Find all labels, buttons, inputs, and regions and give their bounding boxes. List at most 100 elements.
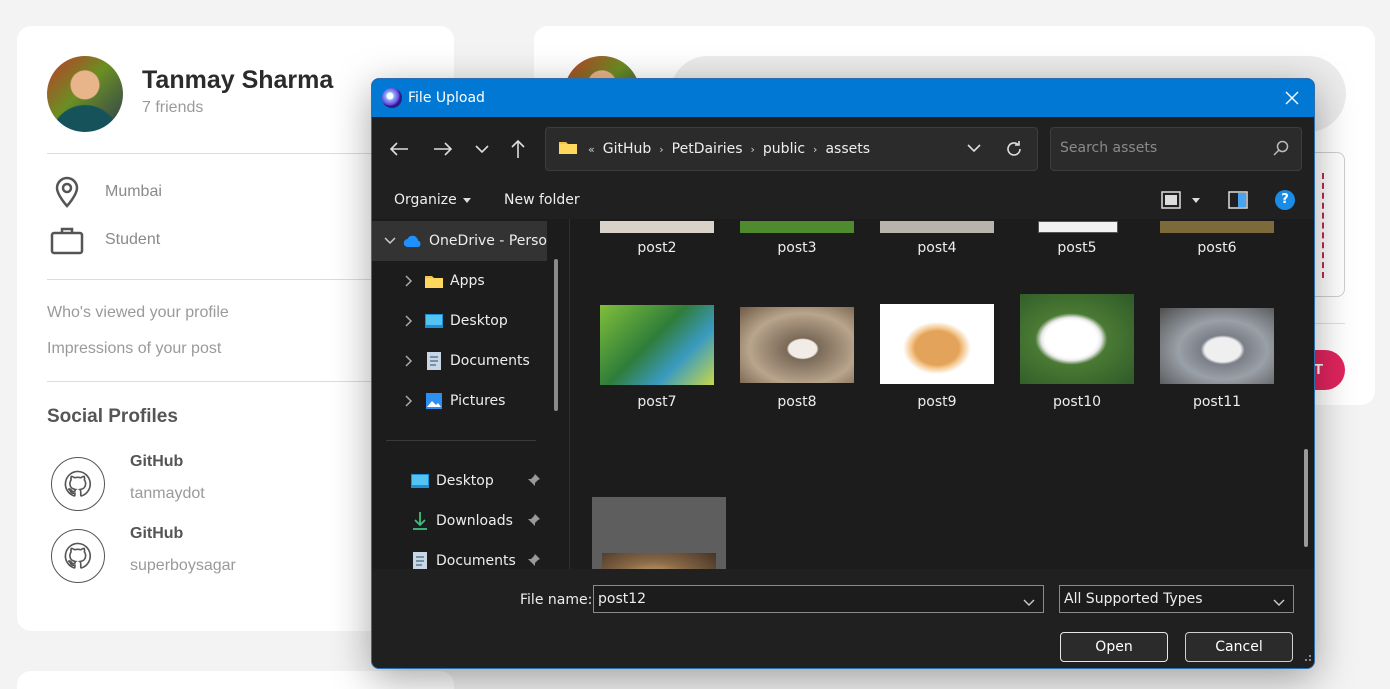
onedrive-icon [403, 232, 423, 250]
file-thumbnail [600, 221, 714, 233]
file-name: post3 [777, 240, 817, 256]
open-button[interactable]: Open [1060, 632, 1168, 662]
file-name-input[interactable]: post12 [593, 585, 1044, 613]
file-item-selected[interactable]: post12 [592, 497, 726, 569]
refresh-icon[interactable] [1005, 140, 1023, 162]
breadcrumb-assets[interactable]: assets [825, 141, 870, 157]
file-item[interactable]: post7 [590, 305, 724, 461]
occupation-text: Student [105, 231, 161, 248]
pin-icon[interactable] [527, 513, 541, 531]
file-item[interactable]: post2 [590, 219, 724, 309]
briefcase-icon [47, 222, 87, 258]
chevron-down-icon[interactable] [1273, 595, 1285, 611]
file-list-scrollbar[interactable] [1304, 449, 1308, 547]
post-impressions-link[interactable]: Impressions of your post [47, 340, 221, 358]
breadcrumb-petdairies[interactable]: PetDairies [672, 141, 743, 157]
navigation-pane: OneDrive - Perso Apps Desktop Documents … [372, 219, 569, 569]
file-thumbnail [1020, 294, 1134, 384]
file-item[interactable]: post6 [1150, 219, 1284, 309]
file-list: post2 post3 post4 post5 post6 post7 post… [570, 219, 1314, 569]
next-card [17, 671, 454, 689]
change-view-icon[interactable] [1161, 191, 1181, 213]
github-icon [51, 457, 105, 511]
chevron-right-icon[interactable] [394, 275, 424, 287]
file-item[interactable]: post9 [870, 304, 1004, 461]
address-bar[interactable]: « GitHub › PetDairies › public › assets [545, 127, 1038, 171]
pin-icon[interactable] [527, 553, 541, 569]
file-item[interactable]: post10 [1010, 294, 1144, 461]
nav-item-label: Documents [450, 353, 530, 369]
nav-item-onedrive[interactable]: OneDrive - Perso [372, 221, 547, 261]
nav-divider [386, 440, 536, 441]
breadcrumb-separator-icon[interactable]: › [813, 143, 817, 156]
profile-name[interactable]: Tanmay Sharma [142, 66, 333, 95]
recent-locations-chevron-icon[interactable] [468, 135, 496, 163]
file-upload-dialog: File Upload « GitHub › PetDairies › publ… [371, 78, 1315, 669]
file-thumbnail [1038, 221, 1118, 233]
nav-item-quick-desktop[interactable]: Desktop [372, 461, 547, 501]
nav-item-apps[interactable]: Apps [372, 261, 547, 301]
nav-item-documents[interactable]: Documents [372, 341, 547, 381]
preview-pane-icon[interactable] [1228, 191, 1248, 213]
documents-icon [410, 552, 430, 569]
occupation-row: Student [47, 222, 160, 258]
social-platform: GitHub [130, 453, 184, 470]
file-thumbnail [1160, 308, 1274, 384]
divider [47, 153, 427, 154]
file-item[interactable]: post4 [870, 219, 1004, 309]
social-handle[interactable]: superboysagar [130, 557, 236, 575]
friends-count: 7 friends [142, 99, 204, 116]
dialog-titlebar[interactable]: File Upload [372, 79, 1314, 117]
nav-item-downloads[interactable]: Downloads [372, 501, 547, 541]
up-arrow-icon[interactable] [504, 135, 532, 163]
view-options-chevron-icon[interactable] [1192, 198, 1200, 203]
cancel-button[interactable]: Cancel [1185, 632, 1293, 662]
divider [47, 279, 427, 280]
profile-views-link[interactable]: Who's viewed your profile [47, 304, 229, 322]
avatar[interactable] [47, 56, 123, 132]
new-folder-button[interactable]: New folder [504, 192, 580, 208]
search-box[interactable] [1050, 127, 1302, 171]
organize-menu[interactable]: Organize [394, 192, 471, 208]
resize-grip-icon[interactable] [1302, 647, 1312, 666]
documents-icon [424, 352, 444, 370]
social-profile-item[interactable]: GitHub tanmaydot [51, 453, 205, 511]
close-icon[interactable] [1280, 86, 1304, 110]
pictures-icon [424, 392, 444, 410]
nav-scrollbar[interactable] [554, 259, 558, 411]
nav-item-desktop[interactable]: Desktop [372, 301, 547, 341]
forward-arrow-icon[interactable] [429, 135, 457, 163]
file-item[interactable]: post11 [1150, 308, 1284, 461]
nav-item-label: Desktop [436, 473, 494, 489]
file-thumbnail [602, 553, 716, 569]
address-history-chevron-icon[interactable] [967, 141, 981, 157]
file-name: post5 [1057, 240, 1097, 256]
chevron-right-icon[interactable] [394, 395, 424, 407]
chevron-down-icon[interactable] [1023, 595, 1035, 611]
search-icon[interactable] [1273, 140, 1289, 160]
file-item[interactable]: post8 [730, 307, 864, 461]
nav-item-pictures[interactable]: Pictures [372, 381, 547, 421]
chevron-right-icon[interactable] [394, 315, 424, 327]
file-type-value: All Supported Types [1064, 591, 1203, 607]
search-input[interactable] [1060, 140, 1260, 156]
breadcrumb-github[interactable]: GitHub [603, 141, 652, 157]
chevron-down-icon[interactable] [376, 237, 403, 245]
nav-item-quick-documents[interactable]: Documents [372, 541, 547, 569]
breadcrumb-overflow[interactable]: « [588, 143, 595, 156]
file-type-select[interactable]: All Supported Types [1059, 585, 1294, 613]
back-arrow-icon[interactable] [385, 135, 413, 163]
help-icon[interactable]: ? [1275, 190, 1295, 210]
chevron-right-icon[interactable] [394, 355, 424, 367]
file-thumbnail [880, 221, 994, 233]
social-profile-item[interactable]: GitHub superboysagar [51, 525, 236, 583]
breadcrumb-separator-icon[interactable]: › [659, 143, 663, 156]
breadcrumb-public[interactable]: public [763, 141, 805, 157]
pin-icon[interactable] [527, 473, 541, 491]
nav-item-label: Apps [450, 273, 485, 289]
file-item[interactable]: post3 [730, 219, 864, 309]
folder-icon [424, 272, 444, 290]
social-handle[interactable]: tanmaydot [130, 485, 205, 503]
breadcrumb-separator-icon[interactable]: › [751, 143, 755, 156]
file-name: post10 [1052, 394, 1102, 410]
